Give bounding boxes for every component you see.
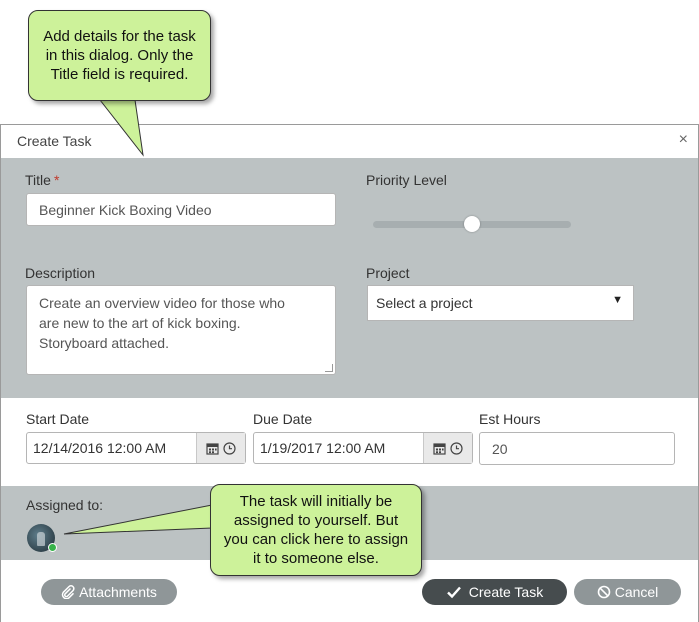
callout-line: it to someone else.: [253, 550, 379, 567]
callout-line: you can click here to assign: [223, 531, 409, 548]
callout-line: The task will initially be: [239, 493, 393, 510]
assignment-callout: The task will initially be assigned to y…: [210, 484, 422, 576]
callout-line: assigned to yourself. But: [233, 512, 399, 529]
